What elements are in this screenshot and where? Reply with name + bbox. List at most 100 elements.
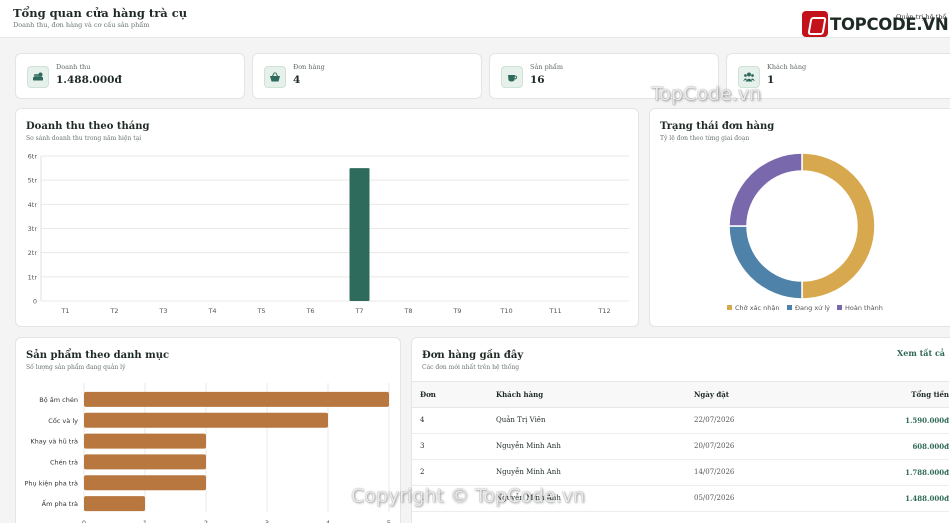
x-tick-label: 5 — [387, 519, 391, 523]
y-tick-label: 6tr — [28, 153, 38, 161]
order-id: 1 — [420, 494, 425, 502]
x-tick-label: T10 — [499, 307, 512, 315]
table-row[interactable]: 1 Nguyễn Minh Anh 05/07/2026 1.488.000đ — [412, 486, 949, 512]
order-date: 05/07/2026 — [694, 494, 735, 502]
order-total: 1.590.000đ — [905, 416, 949, 425]
order-status-card: Trạng thái đơn hàng Tỷ lệ đơn theo từng … — [649, 108, 950, 327]
stat-card-customers: Khách hàng 1 — [726, 53, 950, 99]
x-tick-label: T7 — [354, 307, 363, 315]
table-row[interactable]: 4 Quản Trị Viên 22/07/2026 1.590.000đ — [412, 408, 949, 434]
stat-label: Đơn hàng — [293, 63, 325, 71]
order-total: 608.000đ — [912, 442, 949, 451]
revenue-chart-card: Doanh thu theo tháng So sánh doanh thu t… — [15, 108, 639, 327]
recent-orders-card: Đơn hàng gần đây Các đơn mới nhất trên h… — [411, 337, 950, 523]
order-status-donut-chart: Chờ xác nhận Đang xử lý Hoàn thành — [727, 152, 883, 312]
column-header[interactable]: Khách hàng — [496, 390, 543, 399]
order-total: 1.788.000đ — [905, 468, 949, 477]
x-tick-label: T12 — [597, 307, 610, 315]
y-tick-label: 5tr — [28, 177, 38, 185]
teacup-icon — [501, 66, 523, 88]
users-icon — [738, 66, 760, 88]
y-tick-label: 1tr — [28, 273, 38, 281]
x-tick-label: T5 — [256, 307, 265, 315]
donut-slice — [801, 152, 876, 300]
legend-label: Chờ xác nhận — [735, 304, 780, 312]
page-subtitle: Doanh thu, đơn hàng và cơ cấu sản phẩm — [13, 21, 150, 29]
order-id: 4 — [420, 416, 425, 424]
order-customer: Nguyễn Minh Anh — [496, 494, 561, 502]
order-id: 2 — [420, 468, 425, 476]
category-bar — [84, 496, 145, 512]
money-stack-icon — [27, 66, 49, 88]
x-tick-label: T3 — [158, 307, 167, 315]
x-tick-label: T1 — [60, 307, 69, 315]
legend-label: Hoàn thành — [845, 304, 883, 312]
stat-label: Doanh thu — [56, 63, 91, 71]
category-bar — [84, 433, 206, 449]
x-tick-label: T8 — [403, 307, 412, 315]
order-date: 14/07/2026 — [694, 468, 735, 476]
category-bar-chart: 0 1 2 3 4 5 Bộ ấm chén Cốc và ly Khay và hũ trà C… — [25, 383, 391, 523]
x-tick-label: 4 — [326, 519, 330, 523]
x-tick-label: T9 — [452, 307, 461, 315]
top-bar: Tổng quan cửa hàng trà cụ Doanh thu, đơn… — [0, 0, 950, 38]
stat-card-revenue: Doanh thu 1.488.000đ — [15, 53, 245, 99]
y-tick-label: 3tr — [28, 225, 38, 233]
basket-icon — [264, 66, 286, 88]
column-header[interactable]: Đơn — [420, 390, 436, 399]
stat-label: Khách hàng — [767, 63, 807, 71]
order-date: 20/07/2026 — [694, 442, 735, 450]
category-bar — [84, 391, 389, 407]
brand-mark-icon — [802, 11, 828, 37]
stat-value: 16 — [530, 74, 545, 86]
y-tick-label: Chén trà — [50, 458, 78, 466]
x-tick-label: T4 — [207, 307, 216, 315]
category-bar — [84, 454, 206, 470]
table-header: Đơn Khách hàng Ngày đặt Tổng tiền — [412, 381, 949, 408]
category-chart-card: Sản phẩm theo danh mục Số lượng sản phẩm… — [15, 337, 401, 523]
table-row[interactable]: 2 Nguyễn Minh Anh 14/07/2026 1.788.000đ — [412, 460, 949, 486]
x-tick-label: 0 — [82, 519, 86, 523]
column-header[interactable]: Tổng tiền — [911, 390, 949, 399]
order-customer: Nguyễn Minh Anh — [496, 468, 561, 476]
donut-slice — [728, 225, 803, 300]
view-all-link[interactable]: Xem tất cả — [897, 348, 945, 358]
x-tick-label: T6 — [305, 307, 314, 315]
category-bar — [84, 475, 206, 491]
legend-swatch — [837, 305, 842, 310]
x-tick-label: 2 — [204, 519, 208, 523]
order-customer: Quản Trị Viên — [496, 416, 546, 424]
card-subtitle: Các đơn mới nhất trên hệ thống — [422, 364, 520, 371]
revenue-bar-chart: 0 1tr 2tr 3tr 4tr 5tr 6tr T1 T2 T3 T4 T5 T6 T7 T8 T9 T10… — [28, 153, 629, 315]
order-id: 3 — [420, 442, 425, 450]
page-title: Tổng quan cửa hàng trà cụ — [13, 6, 188, 20]
stat-value: 1.488.000đ — [56, 74, 122, 86]
y-tick-label: 0 — [33, 298, 37, 306]
y-tick-label: Ấm pha trà — [42, 498, 78, 508]
stat-card-orders: Đơn hàng 4 — [252, 53, 482, 99]
revenue-bar — [349, 168, 370, 301]
y-tick-label: Cốc và ly — [48, 417, 78, 425]
y-tick-label: Khay và hũ trà — [30, 438, 78, 446]
column-header[interactable]: Ngày đặt — [694, 390, 729, 399]
order-total: 1.488.000đ — [905, 494, 949, 503]
x-tick-label: T2 — [109, 307, 118, 315]
y-tick-label: 2tr — [28, 249, 38, 257]
legend-swatch — [787, 305, 792, 310]
card-title: Đơn hàng gần đây — [422, 350, 524, 361]
stat-value: 4 — [293, 74, 301, 86]
stat-value: 1 — [767, 74, 775, 86]
y-tick-label: Phụ kiện pha trà — [25, 479, 78, 487]
x-tick-label: 3 — [265, 519, 269, 523]
x-tick-label: T11 — [548, 307, 561, 315]
legend-swatch — [727, 305, 732, 310]
user-menu[interactable]: Quản trị hệ thố — [896, 13, 946, 21]
y-tick-label: 4tr — [28, 201, 38, 209]
category-bar — [84, 412, 328, 428]
stat-label: Sản phẩm — [530, 63, 564, 71]
table-row[interactable]: 3 Nguyễn Minh Anh 20/07/2026 608.000đ — [412, 434, 949, 460]
orders-table: Đơn Khách hàng Ngày đặt Tổng tiền 4 Quản… — [412, 381, 949, 512]
legend-label: Đang xử lý — [795, 304, 830, 312]
order-customer: Nguyễn Minh Anh — [496, 442, 561, 450]
y-tick-label: Bộ ấm chén — [39, 396, 78, 404]
